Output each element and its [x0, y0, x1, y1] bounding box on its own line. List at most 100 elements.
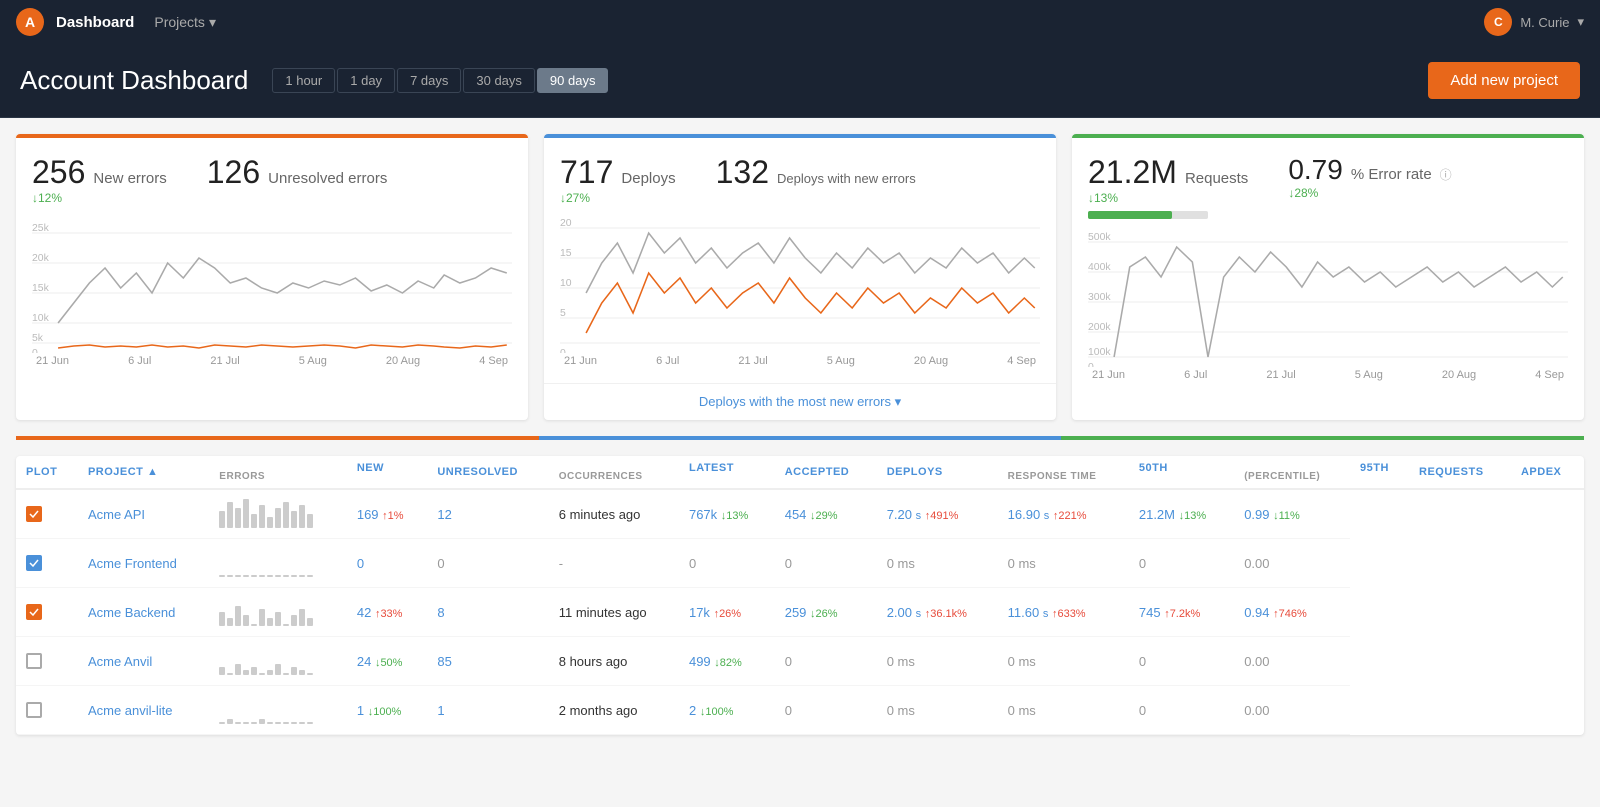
- errors-new-value[interactable]: 42: [357, 605, 371, 620]
- mini-bar-chart: [219, 549, 337, 577]
- value-link[interactable]: 745: [1139, 605, 1161, 620]
- errors-new-value[interactable]: 0: [357, 556, 364, 571]
- project-link[interactable]: Acme anvil-lite: [88, 703, 173, 718]
- cell-resp-50: 0 ms: [877, 539, 998, 588]
- requests-change: ↓13%: [1088, 191, 1248, 205]
- col-requests: REQUESTS: [1409, 456, 1511, 489]
- resp-95-change: ↑221%: [1053, 510, 1087, 522]
- cell-resp-95: 11.60 s ↑633%: [998, 588, 1129, 637]
- cell-errors-new: 0: [347, 539, 428, 588]
- row-checkbox[interactable]: [26, 653, 42, 669]
- errors-new-change: ↓100%: [368, 706, 402, 718]
- resp-50-value[interactable]: 2.00 s: [887, 605, 921, 620]
- cell-resp-50: 7.20 s ↑491%: [877, 489, 998, 539]
- cell-resp-50: 0 ms: [877, 686, 998, 735]
- cell-apdex: 0.00: [1234, 637, 1350, 686]
- svg-text:500k: 500k: [1088, 232, 1112, 243]
- cell-errors-unresolved: 1: [427, 686, 548, 735]
- errors-chart: 25k 20k 15k 10k 5k 0: [32, 213, 512, 353]
- cell-checkbox: [16, 539, 78, 588]
- mini-bar: [243, 499, 249, 528]
- col-occ-latest: LATEST: [679, 456, 775, 489]
- nav-projects-dropdown[interactable]: Projects ▾: [154, 14, 216, 31]
- time-filter-90days[interactable]: 90 days: [537, 68, 609, 93]
- unresolved-errors-stat: 126 Unresolved errors: [207, 154, 388, 205]
- error-rate-change: ↓28%: [1288, 186, 1451, 200]
- svg-text:100k: 100k: [1088, 347, 1112, 358]
- row-checkbox[interactable]: [26, 702, 42, 718]
- mini-bar-chart: [219, 696, 337, 724]
- errors-new-value[interactable]: 1: [357, 703, 364, 718]
- resp-50-value[interactable]: 7.20 s: [887, 507, 921, 522]
- mini-bar: [227, 719, 233, 724]
- mini-bar: [275, 664, 281, 675]
- resp-95-value[interactable]: 16.90 s: [1008, 507, 1050, 522]
- deploys-change: ↓26%: [810, 608, 838, 620]
- table-header-row: PLOT PROJECT ▲ ERRORS NEW UNRESOLVED OCC…: [16, 456, 1584, 489]
- cards-row: 256 New errors ↓12% 126 Unresolved error…: [0, 118, 1600, 420]
- add-new-project-button[interactable]: Add new project: [1428, 62, 1580, 99]
- col-resp-50: 50TH: [1129, 456, 1234, 489]
- projects-table: PLOT PROJECT ▲ ERRORS NEW UNRESOLVED OCC…: [16, 456, 1584, 735]
- mini-bar: [219, 575, 225, 577]
- bar-blue: [539, 436, 1062, 440]
- cell-mini-bars: [209, 686, 347, 735]
- value-link[interactable]: 1: [437, 703, 444, 718]
- error-rate-label: % Error rate: [1351, 166, 1432, 183]
- error-rate-stat: 0.79 % Error rate ⓘ ↓28%: [1288, 154, 1451, 219]
- row-checkbox[interactable]: [26, 604, 42, 620]
- value-link[interactable]: 12: [437, 507, 451, 522]
- mini-bar: [299, 670, 305, 675]
- cell-project: Acme Backend: [78, 588, 209, 637]
- project-link[interactable]: Acme Frontend: [88, 556, 177, 571]
- project-link[interactable]: Acme API: [88, 507, 145, 522]
- cell-deploys: 0: [775, 637, 877, 686]
- col-resp-95: 95TH: [1350, 456, 1409, 489]
- cell-occ-latest: -: [549, 539, 679, 588]
- value-link[interactable]: 0.94: [1244, 605, 1269, 620]
- value-link[interactable]: 2: [689, 703, 696, 718]
- deploys-change: ↓27%: [560, 191, 676, 205]
- value-link[interactable]: 21.2M: [1139, 507, 1175, 522]
- mini-bar: [299, 505, 305, 528]
- errors-new-value[interactable]: 24: [357, 654, 371, 669]
- time-filter-1day[interactable]: 1 day: [337, 68, 395, 93]
- cell-requests: 0: [1129, 637, 1234, 686]
- value-link[interactable]: 454: [785, 507, 807, 522]
- value-link[interactable]: 767k: [689, 507, 717, 522]
- time-filter-30days[interactable]: 30 days: [463, 68, 535, 93]
- mini-bar: [251, 575, 257, 577]
- mini-bar: [283, 624, 289, 626]
- time-filter-7days[interactable]: 7 days: [397, 68, 461, 93]
- col-deploys: DEPLOYS: [877, 456, 998, 489]
- value-link[interactable]: 8: [437, 605, 444, 620]
- time-filter-group: 1 hour 1 day 7 days 30 days 90 days: [272, 68, 608, 93]
- value-link[interactable]: 0.99: [1244, 507, 1269, 522]
- row-checkbox[interactable]: [26, 555, 42, 571]
- value-link[interactable]: 85: [437, 654, 451, 669]
- cell-project: Acme Frontend: [78, 539, 209, 588]
- time-filter-1hour[interactable]: 1 hour: [272, 68, 335, 93]
- value-link[interactable]: 499: [689, 654, 711, 669]
- value-link[interactable]: 17k: [689, 605, 710, 620]
- svg-text:0: 0: [32, 348, 38, 353]
- new-errors-label: New errors: [93, 170, 166, 187]
- card-body: 717 Deploys ↓27% 132 Deploys with new er…: [544, 138, 1056, 375]
- user-name[interactable]: M. Curie: [1520, 15, 1569, 30]
- errors-new-value[interactable]: 169: [357, 507, 379, 522]
- col-occ-accepted: ACCEPTED: [775, 456, 877, 489]
- project-link[interactable]: Acme Backend: [88, 605, 175, 620]
- value-link[interactable]: 259: [785, 605, 807, 620]
- card-stats: 21.2M Requests ↓13% 0.79 % Error rate ⓘ …: [1088, 154, 1568, 219]
- row-checkbox[interactable]: [26, 506, 42, 522]
- table-section: PLOT PROJECT ▲ ERRORS NEW UNRESOLVED OCC…: [0, 420, 1600, 751]
- mini-bar: [243, 722, 249, 724]
- project-link[interactable]: Acme Anvil: [88, 654, 152, 669]
- resp-95-value[interactable]: 11.60 s: [1008, 605, 1049, 620]
- requests-progress-fill: [1088, 211, 1172, 219]
- mini-bar: [307, 722, 313, 724]
- col-apdex: APDEX: [1511, 456, 1584, 489]
- deploys-most-errors-link[interactable]: Deploys with the most new errors ▾: [699, 394, 901, 409]
- mini-bar: [219, 612, 225, 626]
- cell-requests: 0: [1129, 686, 1234, 735]
